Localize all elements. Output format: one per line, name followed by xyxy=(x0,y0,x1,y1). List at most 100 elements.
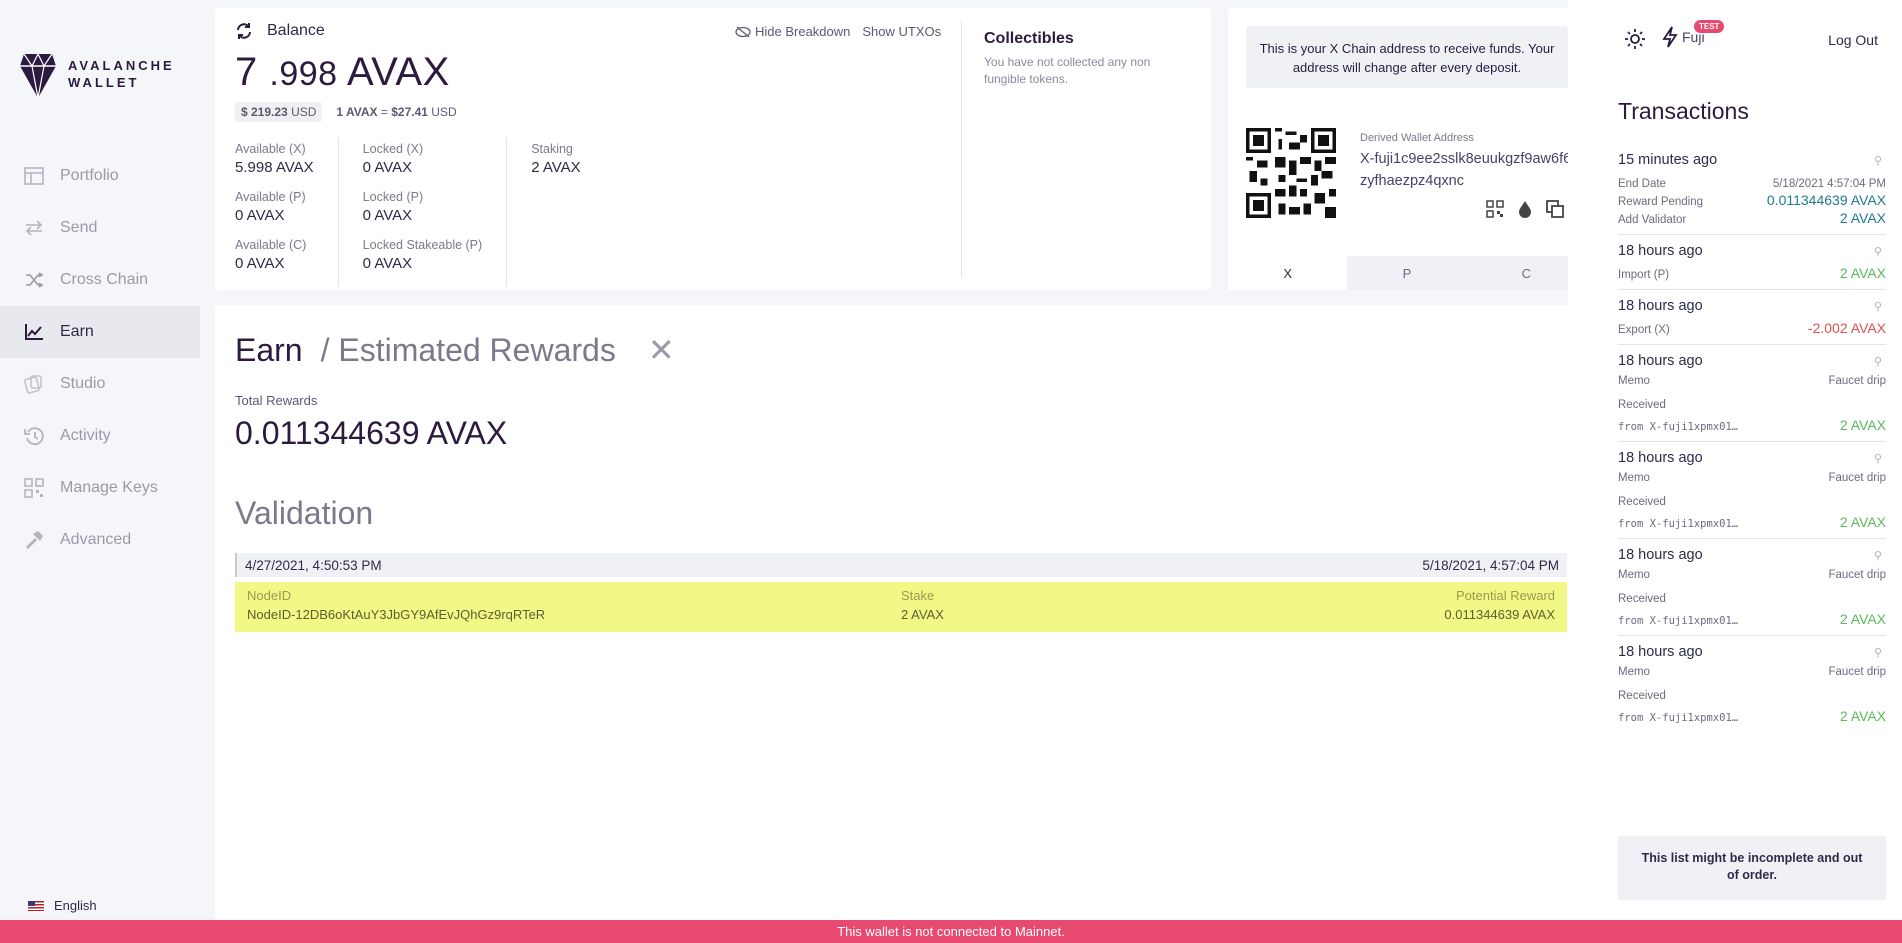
balance-integer: 7 xyxy=(235,50,258,94)
logo[interactable]: AVALANCHE WALLET xyxy=(20,50,175,98)
validation-period: 4/27/2021, 4:50:53 PM 5/18/2021, 4:57:04… xyxy=(235,553,1567,577)
avalanche-logo-icon xyxy=(20,52,56,98)
tx-memo-value: Faucet drip xyxy=(1828,666,1886,678)
tx-value: 5/18/2021 4:57:04 PM xyxy=(1772,178,1886,190)
stake-label: Stake xyxy=(901,588,935,603)
staking-value: 2 AVAX xyxy=(531,159,581,176)
transactions-note: This list might be incomplete and out of… xyxy=(1618,836,1886,900)
balance-header: Balance xyxy=(235,22,325,40)
sidebar-item-label: Send xyxy=(60,219,98,236)
usd-value: $ 219.23 xyxy=(241,105,288,119)
list-item[interactable]: 18 hours ago ⚲ Import (P) 2 AVAX xyxy=(1618,235,1886,290)
copy-icon[interactable] xyxy=(1546,200,1564,218)
tx-label: End Date xyxy=(1618,178,1666,190)
portfolio-icon xyxy=(22,164,46,188)
transactions-list: 15 minutes ago ⚲ End Date 5/18/2021 4:57:… xyxy=(1618,144,1886,732)
tx-from: from X-fuji1xpmx01… xyxy=(1618,712,1739,724)
locked-x-value: 0 AVAX xyxy=(362,159,413,176)
search-icon[interactable]: ⚲ xyxy=(1874,452,1882,465)
close-icon[interactable]: ✕ xyxy=(648,331,675,369)
refresh-icon[interactable] xyxy=(235,22,253,40)
list-item[interactable]: 18 hours ago ⚲ Memo Faucet drip Received … xyxy=(1618,442,1886,539)
derived-address-label: Derived Wallet Address xyxy=(1360,132,1474,144)
list-item[interactable]: 18 hours ago ⚲ Export (X) -2.002 AVAX xyxy=(1618,290,1886,345)
tx-amount: 2 AVAX xyxy=(1839,611,1886,627)
search-icon[interactable]: ⚲ xyxy=(1874,245,1882,258)
logo-line-1: AVALANCHE xyxy=(68,58,175,73)
tx-amount: 2 AVAX xyxy=(1839,265,1886,281)
tx-time: 18 hours ago xyxy=(1618,243,1703,259)
tab-x-chain[interactable]: X xyxy=(1228,256,1348,290)
earn-icon xyxy=(22,320,46,344)
language-label: English xyxy=(54,898,97,913)
top-bar: Fuji TEST Log Out xyxy=(1568,0,1902,82)
sidebar-item-cross-chain[interactable]: Cross Chain xyxy=(0,254,200,306)
sidebar-item-activity[interactable]: Activity xyxy=(0,410,200,462)
earn-panel: Earn / Estimated Rewards ✕ Total Rewards… xyxy=(215,305,1586,920)
tx-time: 15 minutes ago xyxy=(1618,152,1718,168)
sidebar-item-manage-keys[interactable]: Manage Keys xyxy=(0,462,200,514)
show-utxos-button[interactable]: Show UTXOs xyxy=(862,24,941,39)
balance-total: 7 .998 AVAX xyxy=(235,50,450,95)
stake-value: 2 AVAX xyxy=(901,607,944,622)
validation-row: NodeID NodeID-12DB6oKtAuY3JbGY9AfEvJQhGz… xyxy=(235,582,1567,632)
theme-toggle-icon[interactable] xyxy=(1624,28,1646,50)
collectibles-text: You have not collected any non fungible … xyxy=(984,55,1151,86)
balance-usd-row: $ 219.23 USD 1 AVAX = $27.41 USD xyxy=(235,102,457,122)
sidebar-item-send[interactable]: Send xyxy=(0,202,200,254)
sidebar-item-portfolio[interactable]: Portfolio xyxy=(0,150,200,202)
locked-stakeable-value: 0 AVAX xyxy=(362,255,413,272)
staking-label: Staking xyxy=(531,142,573,156)
language-selector[interactable]: English xyxy=(28,898,97,913)
us-flag-icon xyxy=(28,900,44,911)
qr-code-icon[interactable] xyxy=(1486,200,1504,218)
locked-p-value: 0 AVAX xyxy=(362,207,413,224)
tx-memo-label: Memo xyxy=(1618,666,1650,678)
list-item[interactable]: 18 hours ago ⚲ Memo Faucet drip Received … xyxy=(1618,539,1886,636)
logout-button[interactable]: Log Out xyxy=(1828,32,1878,48)
tx-from: from X-fuji1xpmx01… xyxy=(1618,615,1739,627)
tx-amount: 2 AVAX xyxy=(1839,210,1886,226)
tx-from: from X-fuji1xpmx01… xyxy=(1618,518,1739,530)
tab-p-chain[interactable]: P xyxy=(1347,256,1467,290)
studio-icon xyxy=(22,372,46,396)
list-item[interactable]: 18 hours ago ⚲ Memo Faucet drip Received … xyxy=(1618,636,1886,732)
total-rewards-label: Total Rewards xyxy=(235,393,318,408)
tx-memo-value: Faucet drip xyxy=(1828,569,1886,581)
address-note: This is your X Chain address to receive … xyxy=(1246,26,1568,88)
hide-breakdown-button[interactable]: Hide Breakdown xyxy=(735,24,850,39)
hide-breakdown-label: Hide Breakdown xyxy=(755,24,851,39)
validation-start: 4/27/2021, 4:50:53 PM xyxy=(245,557,382,573)
locked-column: Locked (X) 0 AVAX Locked (P) 0 AVAX Lock… xyxy=(363,138,508,286)
sidebar-item-advanced[interactable]: Advanced xyxy=(0,514,200,566)
list-item[interactable]: 15 minutes ago ⚲ End Date 5/18/2021 4:57:… xyxy=(1618,144,1886,235)
qr-code xyxy=(1246,128,1336,218)
tx-from: from X-fuji1xpmx01… xyxy=(1618,421,1739,433)
list-item[interactable]: 18 hours ago ⚲ Memo Faucet drip Received … xyxy=(1618,345,1886,442)
search-icon[interactable]: ⚲ xyxy=(1874,646,1882,659)
collectibles-title: Collectibles xyxy=(984,30,1074,47)
tx-label: Reward Pending xyxy=(1618,196,1704,208)
faucet-drop-icon[interactable] xyxy=(1518,200,1532,218)
sidebar-item-label: Studio xyxy=(60,375,106,392)
test-badge: TEST xyxy=(1694,20,1725,33)
search-icon[interactable]: ⚲ xyxy=(1874,154,1882,167)
total-rewards-value: 0.011344639 AVAX xyxy=(235,415,508,451)
sidebar-nav: Portfolio Send Cross Chain Earn Studio A… xyxy=(0,150,200,566)
tx-amount: 2 AVAX xyxy=(1839,708,1886,724)
tx-label: Export (X) xyxy=(1618,324,1670,336)
earn-subtitle: / Estimated Rewards xyxy=(320,331,616,368)
sidebar-item-earn[interactable]: Earn xyxy=(0,306,200,358)
search-icon[interactable]: ⚲ xyxy=(1874,549,1882,562)
available-column: Available (X) 5.998 AVAX Available (P) 0… xyxy=(235,138,339,286)
derived-address-value[interactable]: X-fuji1c9ee2sslk8euukgzf9aw6f6vzyfhaezpz… xyxy=(1360,148,1580,192)
rate-unit: USD xyxy=(431,105,457,119)
locked-p-label: Locked (P) xyxy=(362,190,424,204)
sidebar-item-studio[interactable]: Studio xyxy=(0,358,200,410)
tx-label: Import (P) xyxy=(1618,269,1670,281)
search-icon[interactable]: ⚲ xyxy=(1874,355,1882,368)
send-icon xyxy=(22,216,46,240)
tx-time: 18 hours ago xyxy=(1618,450,1703,466)
earn-header: Earn / Estimated Rewards ✕ xyxy=(235,331,675,369)
search-icon[interactable]: ⚲ xyxy=(1874,300,1882,313)
